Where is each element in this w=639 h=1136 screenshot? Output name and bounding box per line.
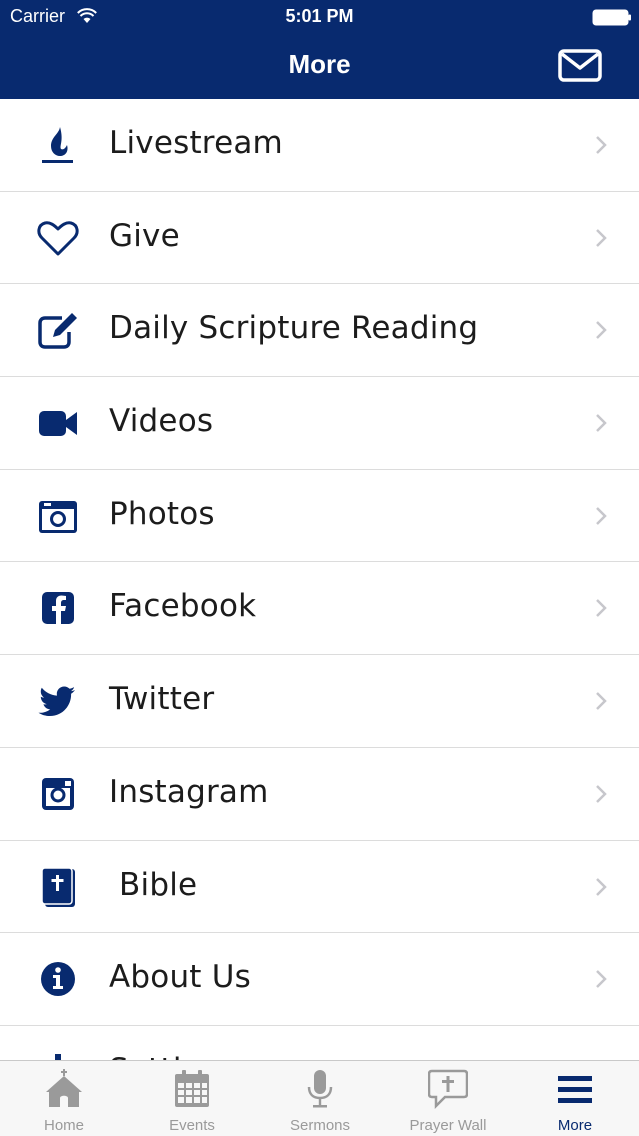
battery-icon bbox=[592, 9, 631, 26]
chevron-right-icon bbox=[596, 136, 607, 154]
menu-item-give[interactable]: Give bbox=[0, 191, 639, 285]
facebook-icon bbox=[42, 592, 74, 625]
menu-item-label: Bible bbox=[109, 866, 198, 903]
chevron-right-icon bbox=[596, 506, 607, 525]
menu-item-label: Photos bbox=[109, 495, 215, 532]
page-title: More bbox=[288, 49, 351, 79]
chevron-right-icon bbox=[596, 414, 607, 432]
tab-bar: Home Events Sermons Prayer Wall More bbox=[0, 1060, 639, 1136]
menu-item-label: Twitter bbox=[109, 681, 215, 718]
edit-icon bbox=[38, 313, 77, 350]
status-bar: Carrier 5:01 PM bbox=[0, 0, 639, 34]
tab-label: Prayer Wall bbox=[409, 1117, 487, 1134]
chevron-right-icon bbox=[596, 970, 607, 989]
church-icon bbox=[46, 1069, 82, 1107]
tab-more[interactable]: More bbox=[511, 1061, 639, 1136]
menu-item-label: Facebook bbox=[109, 588, 257, 625]
tab-prayer-wall[interactable]: Prayer Wall bbox=[384, 1061, 512, 1136]
chevron-right-icon bbox=[596, 321, 607, 340]
menu-item-settings[interactable]: Settings bbox=[0, 1025, 639, 1061]
mail-button[interactable] bbox=[556, 46, 604, 86]
menu-item-label: About Us bbox=[109, 959, 251, 996]
more-menu-list: Livestream Give Daily Scripture Reading … bbox=[0, 99, 639, 1061]
tab-label: Home bbox=[43, 1117, 84, 1134]
microphone-icon bbox=[307, 1070, 333, 1108]
chevron-right-icon bbox=[596, 784, 607, 803]
tab-sermons[interactable]: Sermons bbox=[256, 1061, 384, 1136]
menu-item-daily-scripture-reading[interactable]: Daily Scripture Reading bbox=[0, 284, 639, 378]
menu-item-label: Videos bbox=[109, 403, 214, 440]
tab-label: More bbox=[557, 1117, 593, 1134]
flame-icon bbox=[42, 127, 73, 163]
menu-item-label: Livestream bbox=[109, 125, 283, 161]
app-header: Carrier 5:01 PM More bbox=[0, 0, 639, 99]
bible-icon bbox=[41, 866, 75, 907]
chevron-right-icon bbox=[596, 599, 607, 618]
menu-item-twitter[interactable]: Twitter bbox=[0, 655, 639, 748]
chevron-right-icon bbox=[596, 692, 607, 711]
menu-item-bible[interactable]: Bible bbox=[0, 840, 639, 934]
camera-icon bbox=[39, 500, 77, 533]
tab-home[interactable]: Home bbox=[0, 1061, 128, 1136]
tab-label: Sermons bbox=[289, 1117, 351, 1134]
tab-events[interactable]: Events bbox=[128, 1061, 256, 1136]
hamburger-icon bbox=[558, 1076, 592, 1103]
chevron-right-icon bbox=[596, 877, 607, 896]
info-icon bbox=[41, 962, 75, 997]
tab-label: Events bbox=[169, 1117, 215, 1134]
chevron-right-icon bbox=[596, 228, 607, 247]
menu-item-instagram[interactable]: Instagram bbox=[0, 747, 639, 841]
menu-item-about-us[interactable]: About Us bbox=[0, 933, 639, 1026]
menu-item-label: Instagram bbox=[109, 773, 269, 810]
twitter-icon bbox=[38, 686, 75, 717]
menu-item-facebook[interactable]: Facebook bbox=[0, 562, 639, 656]
menu-item-label: Give bbox=[109, 217, 180, 254]
calendar-icon bbox=[175, 1070, 209, 1107]
menu-item-label: Daily Scripture Reading bbox=[109, 310, 479, 347]
menu-item-videos[interactable]: Videos bbox=[0, 377, 639, 470]
envelope-icon bbox=[558, 49, 602, 82]
instagram-icon bbox=[42, 777, 74, 810]
heart-icon bbox=[37, 220, 79, 256]
prayer-bubble-icon bbox=[428, 1069, 468, 1109]
video-camera-icon bbox=[39, 411, 77, 437]
menu-item-photos[interactable]: Photos bbox=[0, 469, 639, 563]
status-time: 5:01 PM bbox=[285, 6, 354, 26]
menu-item-livestream[interactable]: Livestream bbox=[0, 99, 639, 192]
